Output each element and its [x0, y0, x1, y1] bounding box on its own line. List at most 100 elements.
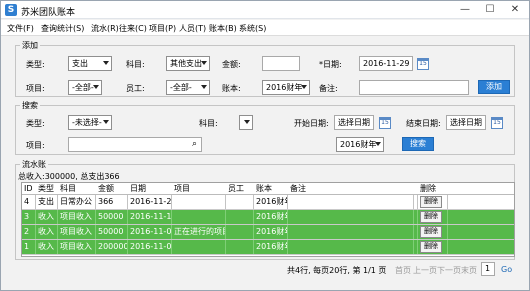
close-button[interactable]: ✕ — [503, 2, 527, 17]
search-button[interactable]: 搜索 — [402, 137, 434, 151]
pager-next[interactable]: 下一页 — [437, 265, 461, 276]
flow-table: ID 类型 科目 金额 日期 项目 员工 账本 备注 删除 4 支出 日常办公 … — [21, 182, 515, 257]
window-title: 苏米团队账本 — [21, 8, 76, 18]
cell-delete: 删除 — [418, 210, 448, 224]
cell-id: 2 — [22, 225, 36, 239]
search-book-value: 2016财年 — [340, 140, 377, 149]
search-type-select[interactable]: -未选择- — [68, 115, 112, 130]
cell-type: 收入 — [36, 225, 58, 239]
search-end-date-input[interactable]: 选择日期 — [446, 115, 486, 130]
search-book-select[interactable]: 2016财年 — [336, 137, 384, 152]
col-header-type: 类型 — [38, 184, 54, 193]
app-window: S 苏米团队账本 — ☐ ✕ 文件(F) 查询统计(S) 流水(R) 往来(C)… — [0, 0, 530, 291]
calendar-icon[interactable]: 15 — [491, 117, 503, 129]
add-type-label: 类型: — [26, 60, 45, 69]
cell-subject: 项目收入 — [58, 210, 96, 224]
pager-prev[interactable]: 上一页 — [413, 265, 437, 276]
add-subject-select[interactable]: 其他支出 — [166, 56, 210, 71]
search-project-input[interactable] — [68, 137, 202, 152]
table-header: ID 类型 科目 金额 日期 项目 员工 账本 备注 删除 — [22, 183, 514, 195]
cell-type: 收入 — [36, 240, 58, 254]
cell-book: 2016财年 — [254, 210, 288, 224]
chevron-down-icon — [201, 61, 207, 65]
calendar-icon[interactable]: 15 — [417, 58, 429, 70]
search-type-value: -未选择- — [72, 118, 102, 127]
pager-summary: 共4行, 每页20行, 第 1/1 页 — [287, 266, 387, 275]
add-subject-label: 科目: — [126, 60, 145, 69]
menu-flow[interactable]: 流水(R) — [91, 23, 119, 34]
table-row[interactable]: 4 支出 日常办公 366 2016-11-22 2016财年 删除 — [22, 195, 514, 210]
table-row[interactable]: 3 收入 项目收入 50000 2016-11-16 2016财年 删除 — [22, 210, 514, 225]
delete-button[interactable]: 删除 — [420, 211, 442, 223]
cell-delete: 删除 — [418, 195, 448, 209]
menu-query-stats[interactable]: 查询统计(S) — [41, 23, 84, 34]
search-subject-label: 科目: — [199, 119, 218, 128]
maximize-button[interactable]: ☐ — [478, 2, 502, 17]
menu-dealings[interactable]: 往来(C) — [119, 23, 147, 34]
add-book-value: 2016财年 — [266, 83, 303, 92]
calendar-icon[interactable]: 15 — [379, 117, 391, 129]
menu-staff[interactable]: 人员(T) — [179, 23, 206, 34]
cell-date: 2016-11-22 — [128, 195, 172, 209]
search-start-date-input[interactable]: 选择日期 — [334, 115, 374, 130]
add-project-value: -全部- — [72, 83, 94, 92]
search-subject-select[interactable] — [239, 115, 253, 130]
search-start-date-label: 开始日期: — [294, 119, 329, 128]
add-book-label: 账本: — [222, 84, 241, 93]
pager-last[interactable]: 末页 — [461, 265, 477, 276]
col-header-subject: 科目 — [60, 184, 76, 193]
cell-note — [288, 240, 414, 254]
flow-summary: 总收入:300000, 总支出366 — [18, 172, 120, 181]
delete-button[interactable]: 删除 — [420, 196, 442, 208]
menu-file[interactable]: 文件(F) — [7, 23, 34, 34]
add-book-select[interactable]: 2016财年 — [262, 80, 310, 95]
menu-system[interactable]: 系统(S) — [239, 23, 266, 34]
add-note-label: 备注: — [319, 84, 338, 93]
cell-book: 2016财年 — [254, 225, 288, 239]
cell-delete: 删除 — [418, 225, 448, 239]
col-header-delete: 删除 — [420, 184, 436, 193]
add-staff-select[interactable]: -全部- — [166, 80, 210, 95]
col-header-project: 项目 — [174, 184, 190, 193]
cell-note — [288, 210, 414, 224]
add-note-input[interactable] — [359, 80, 469, 95]
cell-type: 支出 — [36, 195, 58, 209]
cell-subject: 项目收入 — [58, 225, 96, 239]
cell-id: 1 — [22, 240, 36, 254]
table-row[interactable]: 1 收入 项目收入 200000 2016-11-01 2016财年 删除 — [22, 240, 514, 255]
cell-staff — [226, 195, 254, 209]
chevron-down-icon — [93, 85, 99, 89]
delete-button[interactable]: 删除 — [420, 241, 442, 253]
search-project-label: 项目: — [26, 141, 45, 150]
menu-account-book[interactable]: 账本(B) — [209, 23, 237, 34]
pager-first[interactable]: 首页 — [395, 265, 411, 276]
minimize-button[interactable]: — — [453, 2, 477, 17]
col-header-note: 备注 — [290, 184, 306, 193]
table-row[interactable]: 2 收入 项目收入 50000 2016-11-09 正在进行的项目 2016财… — [22, 225, 514, 240]
add-button[interactable]: 添加 — [478, 80, 510, 94]
chevron-down-icon — [301, 85, 307, 89]
cell-project — [172, 195, 226, 209]
pager-page-input[interactable]: 1 — [481, 262, 495, 276]
chevron-down-icon — [103, 61, 109, 65]
cell-book: 2016财年 — [254, 240, 288, 254]
cell-project — [172, 210, 226, 224]
add-project-select[interactable]: -全部- — [68, 80, 102, 95]
delete-button[interactable]: 删除 — [420, 226, 442, 238]
search-icon[interactable]: ⌕ — [192, 139, 197, 149]
cell-amount: 50000 — [96, 210, 128, 224]
col-header-date: 日期 — [130, 184, 146, 193]
cell-subject: 日常办公 — [58, 195, 96, 209]
pager-go-link[interactable]: Go — [501, 265, 512, 274]
add-project-label: 项目: — [26, 84, 45, 93]
cell-staff — [226, 240, 254, 254]
cell-amount: 200000 — [96, 240, 128, 254]
search-legend: 搜索 — [20, 100, 40, 111]
cell-type: 收入 — [36, 210, 58, 224]
add-date-input[interactable]: 2016-11-29 — [359, 56, 413, 71]
add-amount-input[interactable] — [262, 56, 300, 71]
chevron-down-icon — [244, 120, 250, 124]
menu-project[interactable]: 项目(P) — [149, 23, 176, 34]
cell-note — [288, 195, 414, 209]
add-type-select[interactable]: 支出 — [68, 56, 112, 71]
